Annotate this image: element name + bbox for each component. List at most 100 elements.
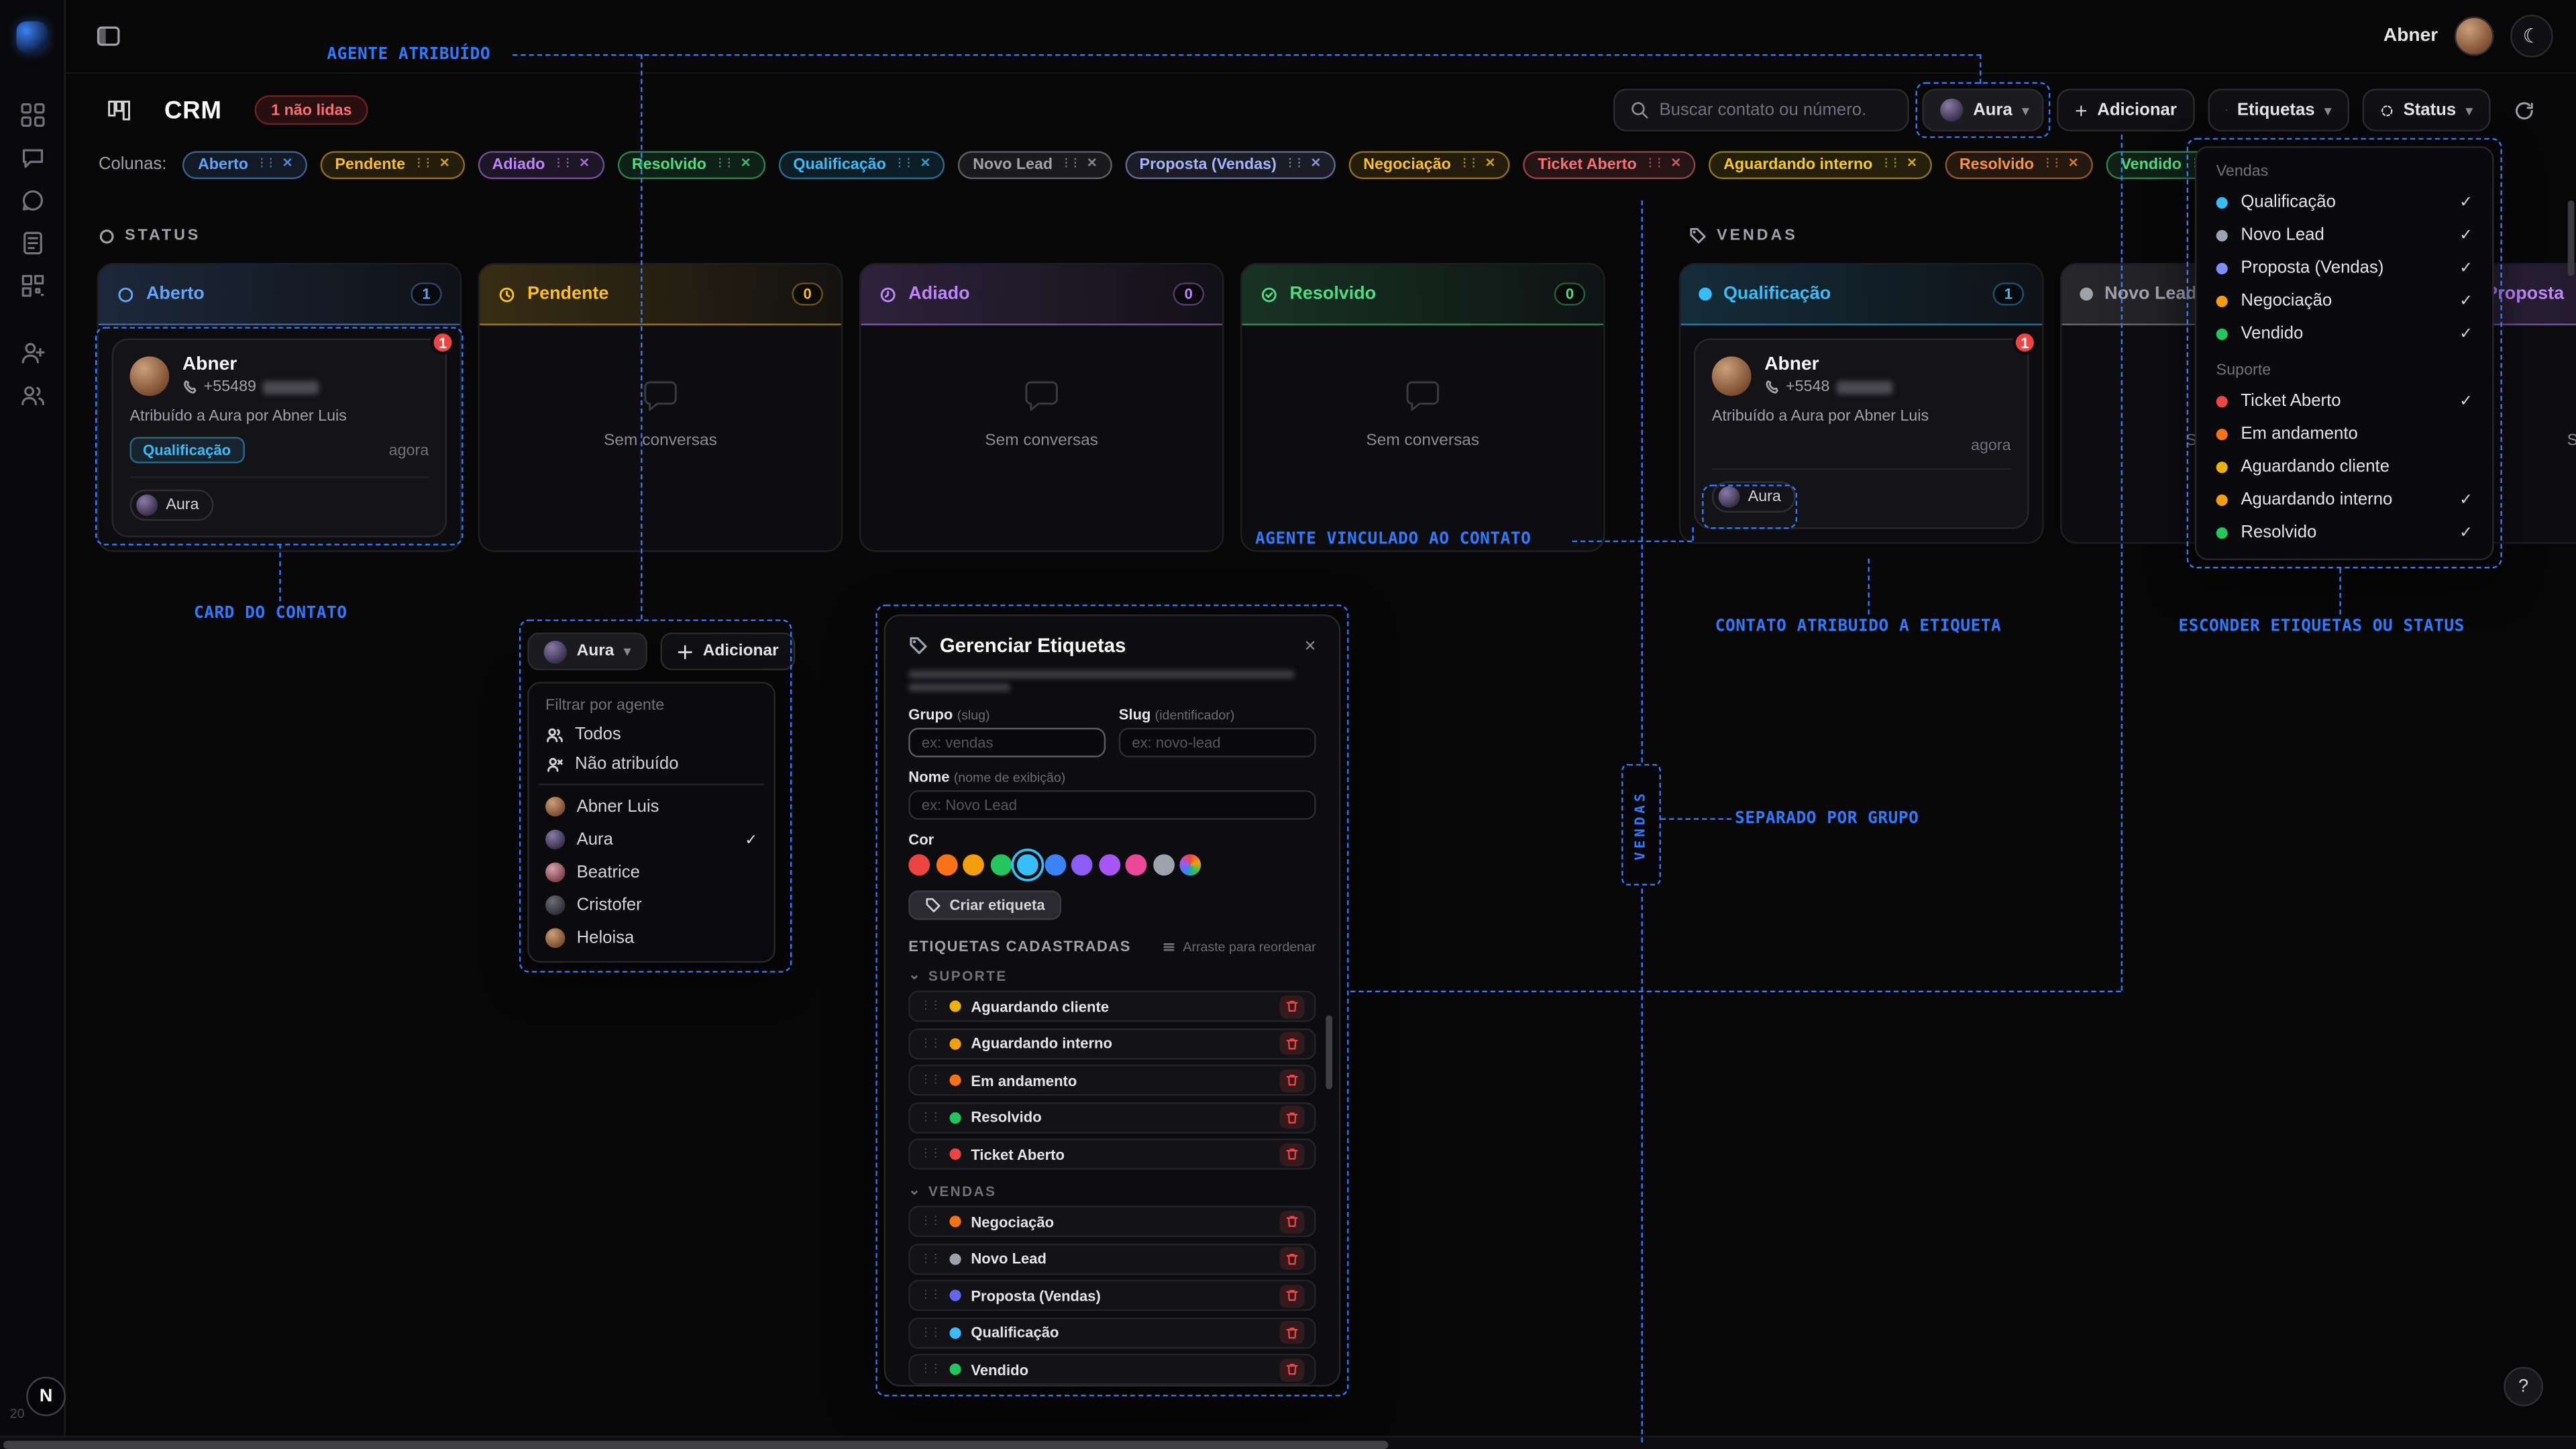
color-swatch[interactable] (1044, 854, 1065, 875)
column-chip[interactable]: Novo Lead⋮⋮× (958, 150, 1112, 178)
column-header[interactable]: Resolvido 0 (1242, 264, 1603, 325)
agent-option[interactable]: Beatrice (535, 856, 767, 889)
label-row[interactable]: ⋮⋮ Aguardando cliente (908, 991, 1316, 1022)
panel-label-item[interactable]: Proposta (Vendas) ✓ (2203, 252, 2485, 284)
close-icon[interactable]: × (2068, 156, 2078, 172)
close-icon[interactable]: × (1907, 156, 1917, 172)
contact-card[interactable]: 1 Abner +5548 Atribuído a Aura por Abner… (1694, 338, 2029, 529)
name-input[interactable] (908, 790, 1316, 820)
drag-handle-icon[interactable]: ⋮⋮ (920, 1289, 939, 1301)
color-swatch[interactable] (908, 854, 930, 875)
modal-group-suporte[interactable]: ⌄ SUPORTE (908, 966, 1316, 984)
delete-label-button[interactable] (1280, 995, 1305, 1018)
panel-label-item[interactable]: Em andamento (2203, 417, 2485, 450)
add-button[interactable]: Adicionar (2057, 89, 2195, 131)
color-swatch[interactable] (1098, 854, 1120, 875)
drag-handle-icon[interactable]: ⋮⋮ (894, 159, 912, 170)
agent-option[interactable]: Heloisa (535, 922, 767, 955)
drag-handle-icon[interactable]: ⋮⋮ (920, 1364, 939, 1375)
drag-handle-icon[interactable]: ⋮⋮ (714, 159, 733, 170)
delete-label-button[interactable] (1280, 1069, 1305, 1091)
user-avatar[interactable] (2455, 16, 2494, 56)
color-swatch[interactable] (1152, 854, 1174, 875)
panel-label-item[interactable]: Novo Lead ✓ (2203, 219, 2485, 252)
drag-handle-icon[interactable]: ⋮⋮ (920, 1327, 939, 1338)
color-swatch[interactable] (990, 854, 1012, 875)
help-button[interactable]: ? (2504, 1367, 2543, 1407)
contact-tag[interactable]: Qualificação (129, 437, 244, 463)
custom-color-wheel[interactable] (1179, 854, 1201, 875)
dark-mode-toggle[interactable]: ☾ (2510, 15, 2553, 58)
column-chip[interactable]: Pendente⋮⋮× (320, 150, 464, 178)
column-chip[interactable]: Ticket Aberto⋮⋮× (1523, 150, 1695, 178)
label-row[interactable]: ⋮⋮ Em andamento (908, 1065, 1316, 1096)
dashboard-icon[interactable] (19, 102, 45, 128)
drag-handle-icon[interactable]: ⋮⋮ (553, 159, 572, 170)
color-swatch[interactable] (936, 854, 957, 875)
label-row[interactable]: ⋮⋮ Negociação (908, 1206, 1316, 1238)
close-icon[interactable]: × (1087, 156, 1097, 172)
label-row[interactable]: ⋮⋮ Novo Lead (908, 1243, 1316, 1275)
panel-label-item[interactable]: Resolvido ✓ (2203, 516, 2485, 549)
column-header[interactable]: Aberto 1 (99, 264, 460, 325)
column-chip[interactable]: Adiado⋮⋮× (478, 150, 604, 178)
agent-filter-button[interactable]: Aura ▾ (1922, 89, 2043, 131)
drag-handle-icon[interactable]: ⋮⋮ (256, 159, 274, 170)
drag-handle-icon[interactable]: ⋮⋮ (920, 1038, 939, 1049)
color-swatch[interactable] (963, 854, 984, 875)
column-chip[interactable]: Qualificação⋮⋮× (778, 150, 945, 178)
labels-button[interactable]: Etiquetas ▾ (2208, 89, 2349, 131)
agent-option[interactable]: Aura ✓ (535, 823, 767, 856)
qr-code-icon[interactable] (19, 273, 45, 299)
drag-handle-icon[interactable]: ⋮⋮ (1459, 159, 1477, 170)
column-header[interactable]: Pendente 0 (480, 264, 841, 325)
delete-label-button[interactable] (1280, 1321, 1305, 1344)
label-row[interactable]: ⋮⋮ Qualificação (908, 1317, 1316, 1348)
agent-chip[interactable]: Aura (129, 490, 213, 521)
column-chip[interactable]: Resolvido⋮⋮× (617, 150, 765, 178)
label-row[interactable]: ⋮⋮ Proposta (Vendas) (908, 1280, 1316, 1311)
drag-handle-icon[interactable]: ⋮⋮ (2042, 159, 2060, 170)
agent-filter-button[interactable]: Aura ▾ (527, 633, 647, 670)
menu-item-nao-atribuido[interactable]: Não atribuído (535, 749, 767, 779)
delete-label-button[interactable] (1280, 1106, 1305, 1128)
menu-item-todos[interactable]: Todos (535, 720, 767, 749)
drag-handle-icon[interactable]: ⋮⋮ (920, 1000, 939, 1012)
drag-handle-icon[interactable]: ⋮⋮ (920, 1148, 939, 1160)
add-button[interactable]: Adicionar (660, 633, 795, 670)
close-icon[interactable]: × (580, 156, 589, 172)
delete-label-button[interactable] (1280, 1210, 1305, 1233)
agent-option[interactable]: Cristofer (535, 889, 767, 922)
message-circle-icon[interactable] (19, 187, 45, 213)
modal-scrollbar[interactable] (1326, 1015, 1332, 1089)
label-row[interactable]: ⋮⋮ Aguardando interno (908, 1028, 1316, 1059)
label-row[interactable]: ⋮⋮ Resolvido (908, 1102, 1316, 1133)
contacts-icon[interactable] (19, 383, 45, 409)
panel-label-item[interactable]: Ticket Aberto ✓ (2203, 384, 2485, 417)
color-swatch[interactable] (1126, 854, 1147, 875)
panel-label-item[interactable]: Aguardando interno ✓ (2203, 483, 2485, 516)
column-chip[interactable]: Negociação⋮⋮× (1348, 150, 1509, 178)
label-row[interactable]: ⋮⋮ Ticket Aberto (908, 1138, 1316, 1170)
drag-handle-icon[interactable]: ⋮⋮ (920, 1252, 939, 1264)
agent-option[interactable]: Abner Luis (535, 790, 767, 823)
drag-handle-icon[interactable]: ⋮⋮ (1061, 159, 1079, 170)
column-header[interactable]: Qualificação 1 (1680, 264, 2042, 325)
group-input[interactable] (908, 728, 1106, 757)
launcher-logo[interactable]: N (26, 1377, 66, 1416)
close-icon[interactable]: × (1671, 156, 1680, 172)
panel-label-item[interactable]: Aguardando cliente (2203, 450, 2485, 483)
drag-handle-icon[interactable]: ⋮⋮ (413, 159, 431, 170)
slug-input[interactable] (1119, 728, 1316, 757)
column-chip[interactable]: Aberto⋮⋮× (183, 150, 307, 178)
column-chip[interactable]: Aguardando interno⋮⋮× (1709, 150, 1931, 178)
refresh-button[interactable] (2504, 91, 2543, 130)
close-icon[interactable]: × (282, 156, 292, 172)
delete-label-button[interactable] (1280, 1247, 1305, 1270)
panel-label-item[interactable]: Negociação ✓ (2203, 284, 2485, 317)
close-icon[interactable]: × (1485, 156, 1495, 172)
panel-label-item[interactable]: Vendido ✓ (2203, 317, 2485, 350)
close-icon[interactable]: × (741, 156, 750, 172)
column-chip[interactable]: Resolvido⋮⋮× (1945, 150, 2093, 178)
label-row[interactable]: ⋮⋮ Vendido (908, 1354, 1316, 1385)
